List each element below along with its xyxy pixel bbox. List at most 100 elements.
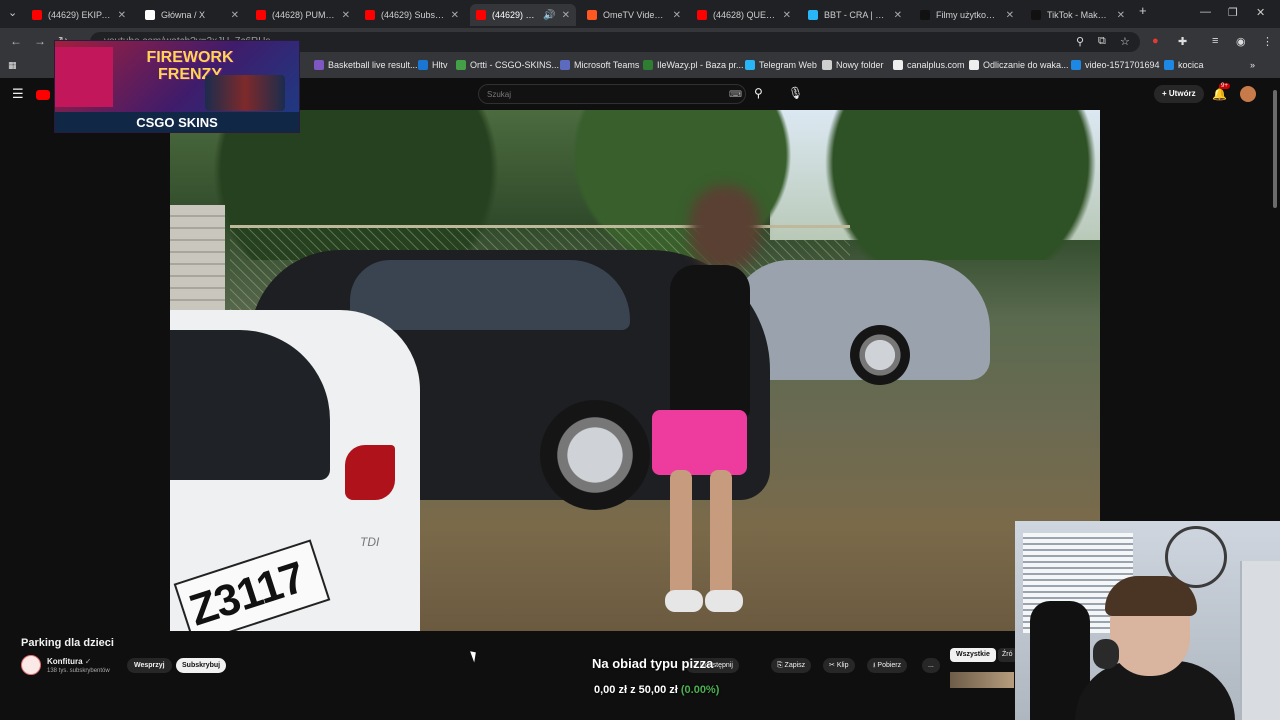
browser-tab[interactable]: (44628) PUMPSO ✕ (250, 4, 356, 26)
restore-icon[interactable]: ❐ (1228, 6, 1238, 19)
notifications-bell-icon[interactable]: 🔔 (1212, 87, 1227, 101)
youtube-logo-icon[interactable] (36, 90, 50, 100)
tab-title: Filmy użytkownik (936, 10, 1000, 20)
sneaker (665, 590, 703, 612)
create-button[interactable]: + Utwórz (1154, 85, 1204, 103)
browser-tab[interactable]: (44629) EKIPA - O ✕ (26, 4, 132, 26)
subscribe-button[interactable]: Subskrybuj (176, 658, 227, 673)
bookmark-item[interactable]: Ortti - CSGO-SKINS... (456, 60, 559, 70)
filter-chip-source[interactable]: Źró (998, 648, 1017, 662)
microphone-icon[interactable]: 🎙 (788, 86, 803, 100)
browser-tab[interactable]: (44629) Subskryp ✕ (359, 4, 465, 26)
save-button[interactable]: ⎘ Zapisz (771, 658, 812, 673)
media-control-icon[interactable]: ≡ (1212, 35, 1218, 47)
bookmark-item[interactable]: Odliczanie do waka... (969, 60, 1069, 70)
tab-close-icon[interactable]: ✕ (894, 10, 902, 21)
browser-tab[interactable]: (44628) QUEBON ✕ (691, 4, 797, 26)
profile-icon[interactable]: ◉ (1236, 35, 1246, 48)
wheel (850, 325, 910, 385)
tab-close-icon[interactable]: ✕ (118, 10, 126, 21)
video-player[interactable]: TDI Z3117 (170, 110, 1100, 631)
tab-favicon-icon (587, 10, 597, 20)
browser-tab[interactable]: Główna / X ✕ (139, 4, 245, 26)
bookmark-item[interactable]: Nowy folder (822, 60, 884, 70)
sneaker (705, 590, 743, 612)
tab-close-icon[interactable]: ✕ (783, 10, 791, 21)
notification-badge: 9+ (1219, 83, 1230, 89)
search-input[interactable]: Szukaj (478, 84, 746, 104)
donation-current: 0,00 zł (594, 684, 628, 696)
bookmark-item[interactable]: kocica (1164, 60, 1204, 70)
verified-icon: ✓ (84, 657, 92, 666)
tab-close-icon[interactable]: ✕ (451, 10, 459, 21)
channel-avatar[interactable] (21, 655, 41, 675)
tab-title: (44629) Parkin (492, 10, 537, 20)
bookmark-item[interactable]: video-1571701694 (1071, 60, 1160, 70)
tab-close-icon[interactable]: ✕ (342, 10, 350, 21)
bookmark-label: IleWazy.pl - Baza pr... (657, 60, 744, 70)
support-button[interactable]: Wesprzyj (127, 658, 172, 673)
bookmark-item[interactable]: Microsoft Teams (560, 60, 639, 70)
subscriber-count: 138 tys. subskrybentów (47, 668, 110, 674)
close-window-icon[interactable]: ✕ (1256, 6, 1265, 19)
bookmark-favicon-icon (893, 60, 903, 70)
tab-favicon-icon (697, 10, 707, 20)
tab-search-icon[interactable]: ⌄ (8, 6, 17, 19)
banner-brand: CSGO SKINS (136, 115, 218, 130)
new-tab-icon[interactable]: + (1139, 3, 1147, 18)
search-icon[interactable]: ⚲ (754, 86, 763, 100)
bookmark-label: Odliczanie do waka... (983, 60, 1069, 70)
browser-tab[interactable]: Filmy użytkownik ✕ (914, 4, 1020, 26)
download-button[interactable]: ⭳ Pobierz (867, 658, 908, 673)
more-actions-button[interactable]: ... (922, 658, 940, 673)
tab-audio-icon[interactable]: 🔊 (543, 10, 555, 21)
tab-close-icon[interactable]: ✕ (1006, 10, 1014, 21)
banner-building (55, 47, 113, 107)
channel-name[interactable]: Konfitura ✓ (47, 657, 92, 666)
recommended-video-thumbnail[interactable] (950, 672, 1014, 688)
tab-favicon-icon (476, 10, 486, 20)
apps-grid-icon[interactable]: ▦ (8, 60, 17, 71)
donation-goal-title: Na obiad typu pizza (592, 656, 714, 671)
tab-close-icon[interactable]: ✕ (673, 10, 681, 21)
tab-strip: ⌄ (44629) EKIPA - O✕Główna / X✕(44628) P… (0, 0, 1280, 28)
back-icon[interactable]: ← (10, 34, 22, 48)
forward-icon[interactable]: → (34, 34, 46, 48)
bookmark-item[interactable]: IleWazy.pl - Baza pr... (643, 60, 744, 70)
tab-favicon-icon (256, 10, 266, 20)
account-avatar[interactable] (1240, 86, 1256, 102)
clip-button[interactable]: ✂ Klip (823, 658, 855, 673)
tab-favicon-icon (808, 10, 818, 20)
browser-menu-icon[interactable]: ⋮ (1262, 35, 1273, 48)
filter-chip-all[interactable]: Wszystkie (950, 648, 996, 662)
browser-tab[interactable]: BBT - CRA | Bruk ✕ (802, 4, 908, 26)
tab-close-icon[interactable]: ✕ (231, 10, 239, 21)
browser-tab[interactable]: TikTok - Make Yo ✕ (1025, 4, 1131, 26)
extension-icon[interactable]: ● (1152, 35, 1159, 47)
more-bookmarks-icon[interactable]: » (1250, 60, 1255, 70)
browser-tab[interactable]: (44629) Parkin 🔊 ✕ (470, 4, 576, 26)
sponsor-banner[interactable]: FIREWORK FRENZY CSGO SKINS (54, 40, 300, 133)
zoom-icon[interactable]: ⚲ (1076, 35, 1084, 48)
tab-close-icon[interactable]: ✕ (562, 10, 570, 21)
bookmark-item[interactable]: Telegram Web (745, 60, 817, 70)
bookmark-label: kocica (1178, 60, 1204, 70)
bookmark-item[interactable]: Basketball live result... (314, 60, 418, 70)
bookmark-label: Hltv (432, 60, 448, 70)
car-badge: TDI (360, 535, 380, 549)
bookmark-favicon-icon (456, 60, 466, 70)
download-label: Pobierz (877, 662, 902, 669)
hamburger-menu-icon[interactable]: ☰ (12, 86, 24, 102)
tab-close-icon[interactable]: ✕ (1117, 10, 1125, 21)
extensions-puzzle-icon[interactable]: ✚ (1178, 35, 1187, 48)
bookmark-item[interactable]: canalplus.com (893, 60, 965, 70)
install-app-icon[interactable]: ⧉ (1098, 35, 1106, 48)
page-scrollbar[interactable] (1273, 90, 1277, 208)
minimize-icon[interactable]: — (1200, 6, 1211, 18)
browser-tab[interactable]: OmeTV Video Ch ✕ (581, 4, 687, 26)
bookmark-star-icon[interactable]: ☆ (1120, 35, 1130, 48)
keyboard-icon[interactable]: ⌨ (729, 89, 742, 100)
bookmark-item[interactable]: Hltv (418, 60, 448, 70)
tab-title: (44629) EKIPA - O (48, 10, 112, 20)
tab-favicon-icon (145, 10, 155, 20)
